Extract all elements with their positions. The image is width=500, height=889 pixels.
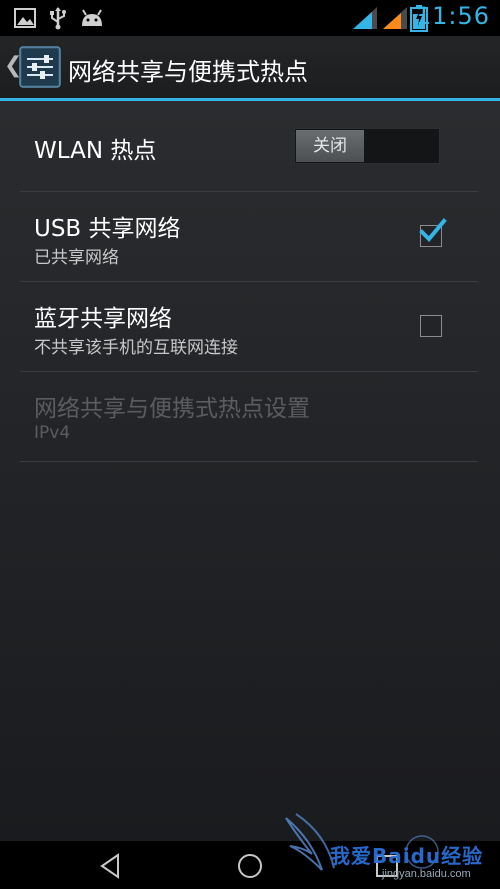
back-icon[interactable] [96, 851, 126, 881]
usb-tethering-row[interactable]: USB 共享网络 已共享网络 [20, 191, 478, 282]
status-bar: 11:56 [0, 0, 500, 36]
baidu-watermark: 我爱Baidu经验 jingyan.baidu.com [282, 810, 497, 888]
toggle-thumb: 关闭 [296, 130, 364, 162]
wlan-hotspot-title: WLAN 热点 [34, 138, 157, 164]
bluetooth-tethering-checkbox[interactable] [420, 315, 442, 337]
usb-icon [50, 7, 66, 30]
usb-tethering-title: USB 共享网络 [34, 216, 181, 242]
bluetooth-tethering-row[interactable]: 蓝牙共享网络 不共享该手机的互联网连接 [20, 281, 478, 372]
bluetooth-tethering-title: 蓝牙共享网络 [34, 306, 172, 332]
page-title: 网络共享与便携式热点 [68, 58, 308, 86]
image-icon [14, 8, 36, 28]
settings-app-icon[interactable] [19, 46, 61, 88]
watermark-text: 我爱Baidu经验 [330, 844, 484, 868]
bluetooth-tethering-summary: 不共享该手机的互联网连接 [34, 338, 238, 358]
watermark-url: jingyan.baidu.com [382, 868, 471, 880]
wlan-hotspot-row[interactable]: WLAN 热点 关闭 [20, 101, 478, 192]
settings-list: WLAN 热点 关闭 USB 共享网络 已共享网络 蓝牙共享网络 不共享该手机的… [0, 101, 500, 841]
checkmark-icon [419, 218, 447, 242]
status-time: 11:56 [415, 2, 490, 30]
signal-weak-icon [383, 7, 407, 29]
hotspot-settings-title: 网络共享与便携式热点设置 [34, 396, 310, 422]
hotspot-settings-row: 网络共享与便携式热点设置 IPv4 [20, 371, 478, 462]
home-icon[interactable] [235, 851, 265, 881]
usb-tethering-checkbox[interactable] [419, 218, 447, 247]
action-bar: ❮ 网络共享与便携式热点 [0, 36, 500, 101]
android-icon [82, 9, 102, 26]
signal-icon [353, 7, 377, 29]
usb-tethering-summary: 已共享网络 [34, 248, 119, 268]
hotspot-settings-summary: IPv4 [34, 423, 71, 443]
wlan-hotspot-toggle[interactable]: 关闭 [294, 128, 440, 164]
